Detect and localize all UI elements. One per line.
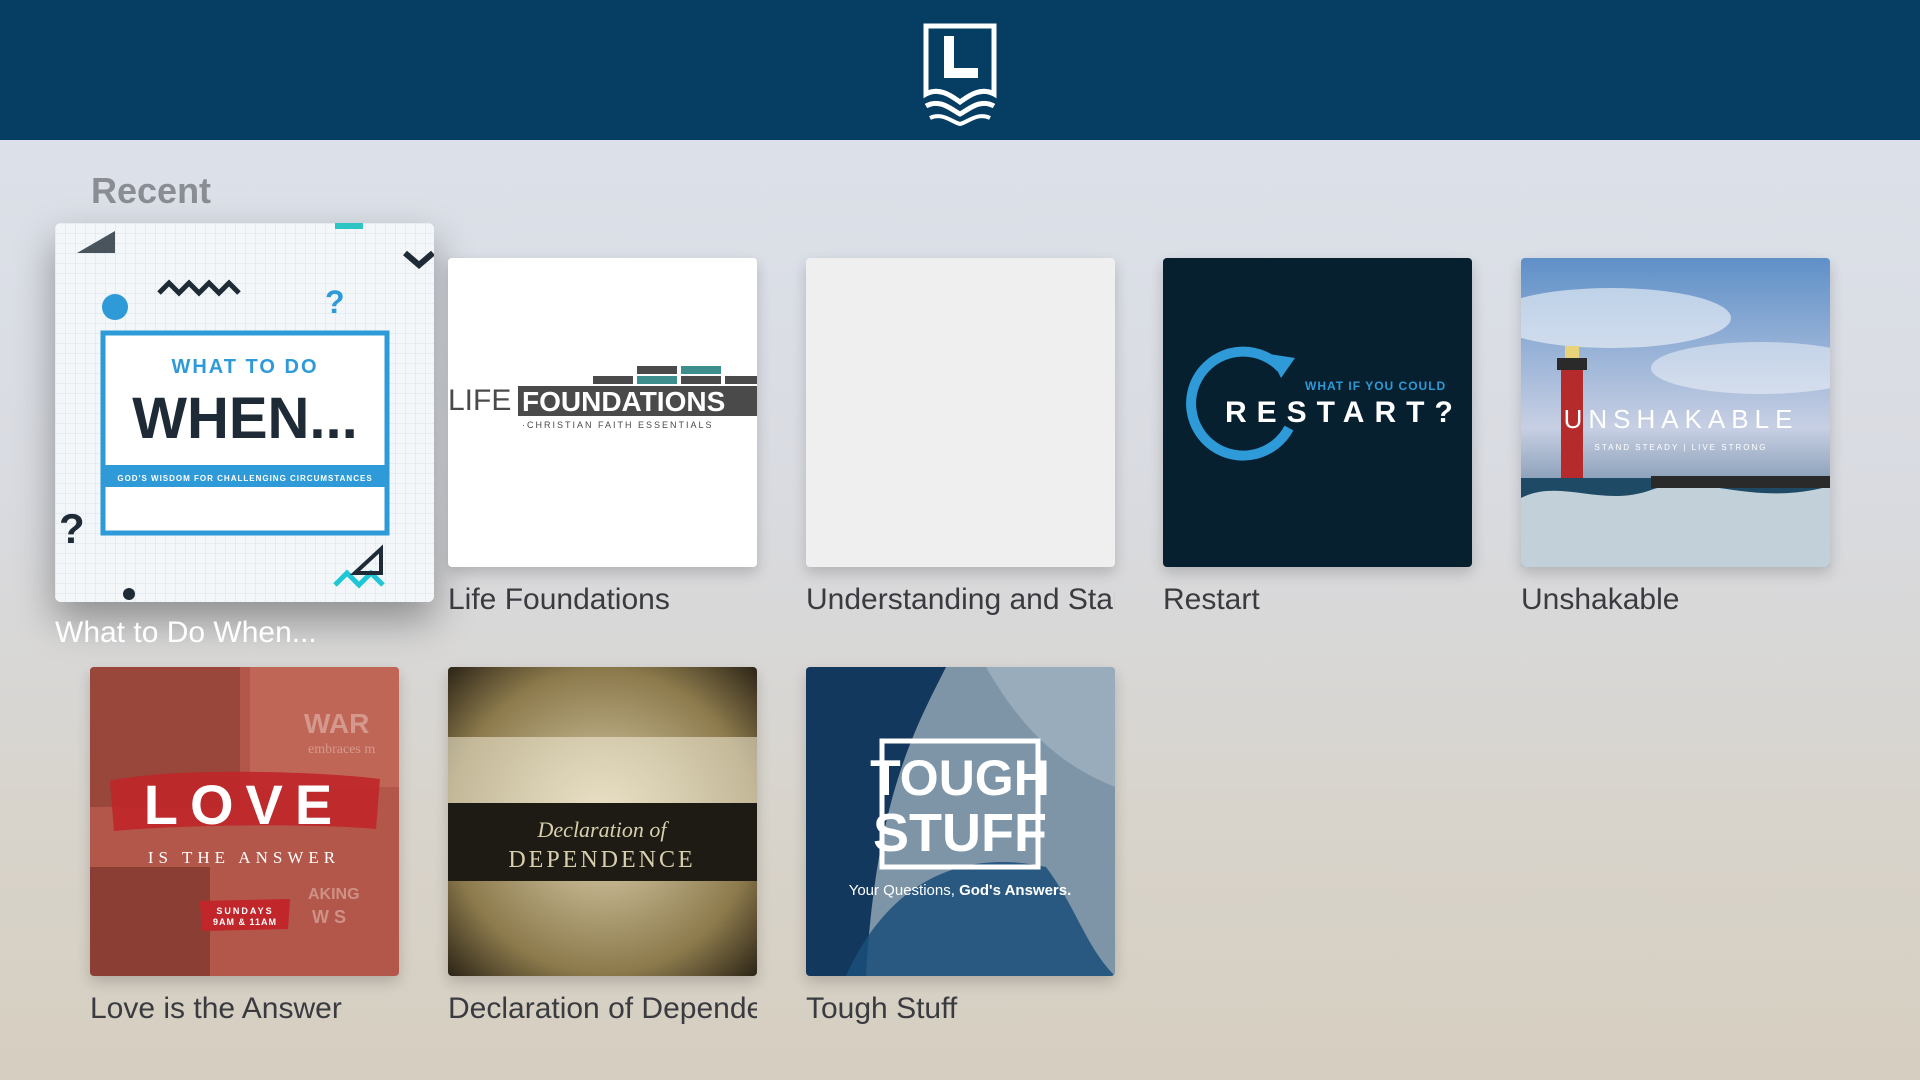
artwork-subtitle: IS THE ANSWER bbox=[148, 848, 340, 867]
tile-label: Restart bbox=[1163, 583, 1260, 616]
tile-label: Tough Stuff bbox=[806, 992, 958, 1025]
artwork-title: DEPENDENCE bbox=[508, 847, 695, 873]
artwork-tagline: ·CHRISTIAN FAITH ESSENTIALS bbox=[522, 420, 714, 430]
svg-text:?: ? bbox=[325, 284, 345, 320]
artwork-script: Declaration of bbox=[537, 817, 670, 842]
artwork-bg1: WAR bbox=[304, 708, 369, 739]
artwork-restart: WHAT IF YOU COULD RESTART? bbox=[1163, 258, 1472, 567]
artwork-life-foundations: LIFE FOUNDATIONS ·CHRISTIAN FAITH ESSENT… bbox=[448, 258, 757, 567]
artwork-tagline: GOD'S WISDOM FOR CHALLENGING CIRCUMSTANC… bbox=[117, 474, 372, 483]
artwork-tag-b: God's Answers. bbox=[959, 882, 1071, 899]
tile-label: Love is the Answer bbox=[90, 992, 342, 1025]
artwork-word2: FOUNDATIONS bbox=[522, 386, 725, 417]
artwork-love-is-the-answer: WAR embraces m AKING W S LOVE IS THE ANS… bbox=[90, 667, 399, 976]
artwork-line1: TOUGH bbox=[870, 750, 1050, 806]
artwork-kicker: WHAT TO DO bbox=[171, 356, 318, 378]
artwork-kicker: WHAT IF YOU COULD bbox=[1305, 379, 1446, 393]
artwork-bg3: AKING bbox=[308, 886, 360, 903]
artwork-title: UNSHAKABLE bbox=[1564, 404, 1799, 434]
top-bar bbox=[0, 0, 1920, 140]
artwork-title: LOVE bbox=[144, 773, 344, 836]
tile-label: Unshakable bbox=[1521, 583, 1680, 616]
artwork-what-to-do-when: ? ? WHAT TO DO WHEN... GOD'S WISDOM FOR … bbox=[55, 223, 434, 602]
artwork-times-1: SUNDAYS bbox=[216, 906, 273, 916]
artwork-title: RESTART? bbox=[1225, 396, 1463, 429]
artwork-placeholder bbox=[806, 258, 1115, 567]
artwork-tough-stuff: TOUGH STUFF Your Questions, God's Answer… bbox=[806, 667, 1115, 976]
artwork-declaration-of-dependence: Declaration of DEPENDENCE bbox=[448, 667, 757, 976]
artwork-bg4: W S bbox=[312, 907, 346, 927]
section-title-recent: Recent bbox=[91, 170, 212, 211]
artwork-word1: LIFE bbox=[448, 384, 511, 417]
tile-label: Declaration of Dependence bbox=[448, 992, 757, 1025]
artwork-title: WHEN... bbox=[132, 386, 358, 451]
svg-text:Your Questions, God's Answers.: Your Questions, God's Answers. bbox=[849, 882, 1072, 899]
artwork-line2: STUFF bbox=[873, 803, 1047, 863]
artwork-times-2: 9AM & 11AM bbox=[213, 917, 277, 927]
tile-label: Life Foundations bbox=[448, 583, 670, 616]
artwork-bg2: embraces m bbox=[308, 742, 375, 757]
tile-label: What to Do When... bbox=[55, 616, 317, 649]
artwork-unshakable: UNSHAKABLE STAND STEADY | LIVE STRONG bbox=[1521, 258, 1830, 567]
svg-text:?: ? bbox=[59, 505, 85, 552]
artwork-tag-a: Your Questions, bbox=[849, 882, 959, 899]
tile-label: Understanding and Standing bbox=[806, 583, 1115, 616]
artwork-tagline: STAND STEADY | LIVE STRONG bbox=[1595, 443, 1768, 452]
church-logo-icon bbox=[923, 23, 997, 126]
